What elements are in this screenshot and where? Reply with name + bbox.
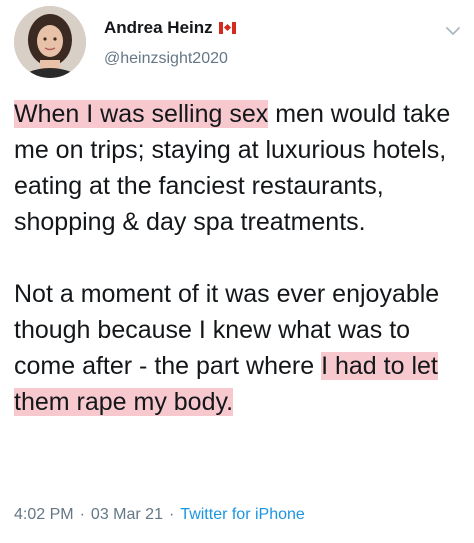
tweet-text: When I was selling sex men would take me…: [14, 96, 464, 420]
separator: ·: [79, 506, 85, 523]
author-name-line[interactable]: Andrea Heinz: [104, 18, 236, 38]
tweet-source-link[interactable]: Twitter for iPhone: [180, 506, 305, 524]
tweet-time[interactable]: 4:02 PM: [14, 506, 74, 524]
canada-flag-icon: [218, 22, 236, 34]
highlighted-text: When I was selling sex: [14, 100, 269, 128]
tweet-paragraph-2: Not a moment of it was ever enjoyable th…: [14, 276, 464, 420]
profile-photo-icon: [14, 6, 86, 78]
tweet-paragraph-1: When I was selling sex men would take me…: [14, 96, 464, 240]
separator: ·: [168, 506, 175, 523]
avatar[interactable]: [14, 6, 86, 78]
author-name[interactable]: Andrea Heinz: [104, 18, 213, 38]
chevron-down-icon[interactable]: [446, 26, 460, 36]
author-handle[interactable]: @heinzsight2020: [104, 50, 228, 68]
tweet-card: Andrea Heinz @heinzsight2020 When I was …: [0, 0, 474, 543]
tweet-date[interactable]: 03 Mar 21: [91, 506, 163, 524]
tweet-meta: 4:02 PM · 03 Mar 21 · Twitter for iPhone: [14, 506, 305, 524]
